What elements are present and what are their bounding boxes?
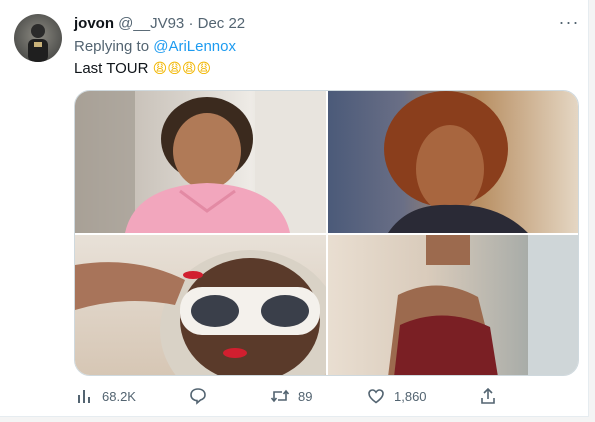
views-action[interactable]: 68.2K: [74, 386, 136, 406]
tweet-header: jovon @__JV93 · Dec 22: [74, 14, 245, 34]
more-options-button[interactable]: ···: [555, 12, 583, 36]
weary-face-emojis: 😩😩😩😩: [152, 61, 212, 77]
sunglasses-selfie-illustration: [75, 250, 326, 375]
media-grid: [74, 90, 579, 376]
woman-portrait-illustration: [384, 91, 528, 233]
media-photo-2[interactable]: [328, 91, 578, 233]
reply-button[interactable]: [188, 386, 208, 406]
tweet-date[interactable]: Dec 22: [198, 15, 246, 32]
media-photo-3[interactable]: [75, 235, 326, 375]
user-handle[interactable]: @__JV93: [118, 15, 184, 32]
display-name[interactable]: jovon: [74, 15, 114, 32]
replying-to-prefix: Replying to: [74, 38, 150, 55]
replying-to-line: Replying to @AriLennox: [74, 37, 236, 57]
analytics-bars-icon: [74, 386, 94, 406]
views-count: 68.2K: [102, 388, 136, 404]
retweet-count: 89: [298, 388, 313, 404]
share-upload-icon: [478, 386, 498, 406]
avatar-person-icon: [28, 24, 48, 62]
media-photo-4[interactable]: [328, 235, 578, 375]
woman-red-top-illustration: [388, 235, 578, 375]
retweet-arrows-icon: [270, 386, 290, 406]
replying-to-handle-link[interactable]: @AriLennox: [153, 38, 236, 55]
media-photo-1[interactable]: [75, 91, 326, 233]
retweet-button[interactable]: 89: [270, 386, 312, 406]
avatar[interactable]: [14, 14, 62, 62]
share-button[interactable]: [478, 386, 498, 406]
tweet-text: Last TOUR 😩😩😩😩: [74, 59, 211, 79]
tweet-card[interactable]: jovon @__JV93 · Dec 22 ··· Replying to @…: [0, 0, 589, 417]
like-count: 1,860: [394, 388, 427, 404]
child-photo-illustration: [75, 91, 326, 233]
heart-icon: [366, 386, 386, 406]
tweet-text-body: Last TOUR: [74, 60, 149, 77]
speech-bubble-icon: [188, 386, 208, 406]
separator-dot: ·: [188, 15, 194, 32]
tweet-actions: 68.2K 89 1,860: [74, 386, 514, 408]
like-button[interactable]: 1,860: [366, 386, 427, 406]
